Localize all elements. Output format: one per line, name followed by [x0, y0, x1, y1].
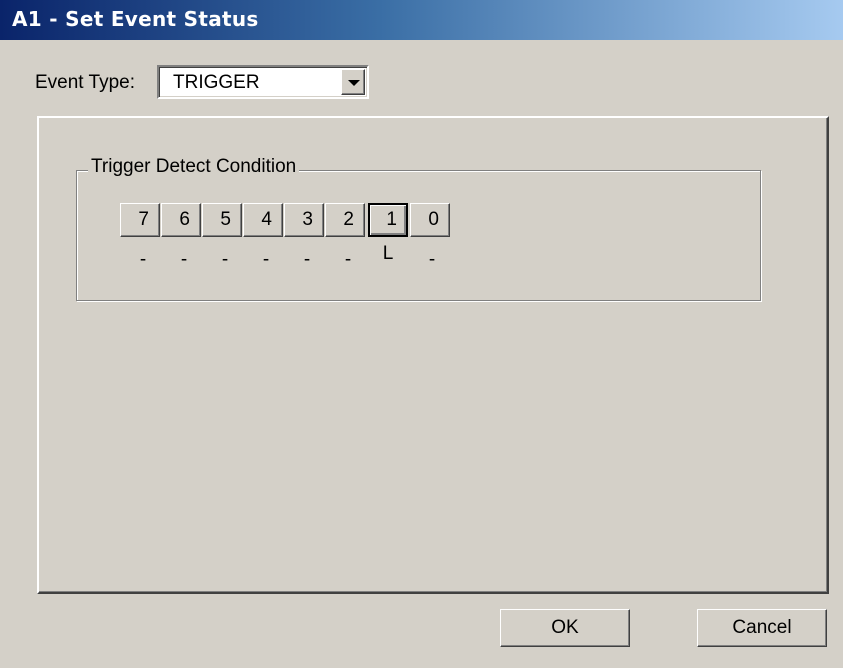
dialog-window: A1 - Set Event Status Event Type: TRIGGE…	[0, 0, 843, 668]
bit-button-2[interactable]: 2	[325, 203, 365, 237]
groupbox-title: Trigger Detect Condition	[88, 156, 300, 178]
chevron-down-icon	[348, 80, 360, 86]
bit-button-7[interactable]: 7	[120, 203, 160, 237]
cancel-button[interactable]: Cancel	[697, 609, 827, 647]
bit-value-0: -	[428, 249, 436, 270]
bit-value-7: -	[139, 249, 147, 270]
bit-value-2: -	[344, 249, 352, 270]
event-type-label: Event Type:	[35, 72, 135, 93]
title-bar[interactable]: A1 - Set Event Status	[0, 0, 843, 40]
bit-button-4[interactable]: 4	[243, 203, 283, 237]
bit-value-1: L	[382, 243, 394, 264]
bit-button-0[interactable]: 0	[410, 203, 450, 237]
event-type-value: TRIGGER	[173, 72, 260, 93]
bit-value-5: -	[221, 249, 229, 270]
bit-value-4: -	[262, 249, 270, 270]
bit-value-6: -	[180, 249, 188, 270]
bit-button-5[interactable]: 5	[202, 203, 242, 237]
bit-value-3: -	[303, 249, 311, 270]
bit-button-6[interactable]: 6	[161, 203, 201, 237]
event-type-select[interactable]: TRIGGER	[157, 65, 369, 99]
bit-button-3[interactable]: 3	[284, 203, 324, 237]
dropdown-button[interactable]	[341, 69, 365, 95]
bit-button-1[interactable]: 1	[368, 203, 408, 237]
ok-button[interactable]: OK	[500, 609, 630, 647]
window-title: A1 - Set Event Status	[12, 7, 259, 31]
